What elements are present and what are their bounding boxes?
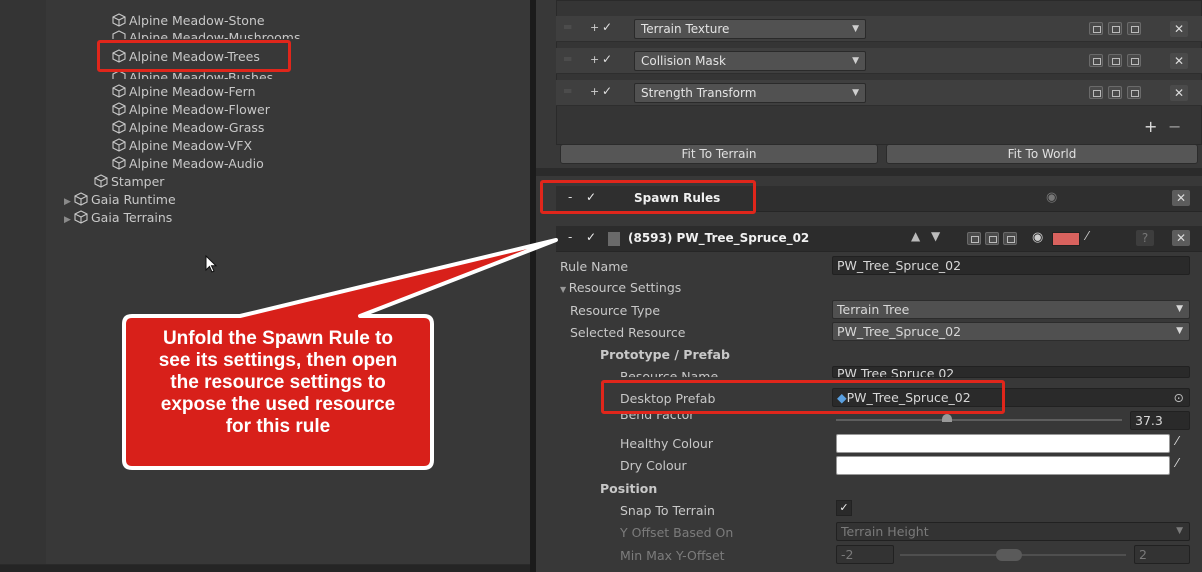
callout-text: Unfold the Spawn Rule to see its setting… xyxy=(158,328,398,437)
callout-bubble xyxy=(122,238,558,470)
